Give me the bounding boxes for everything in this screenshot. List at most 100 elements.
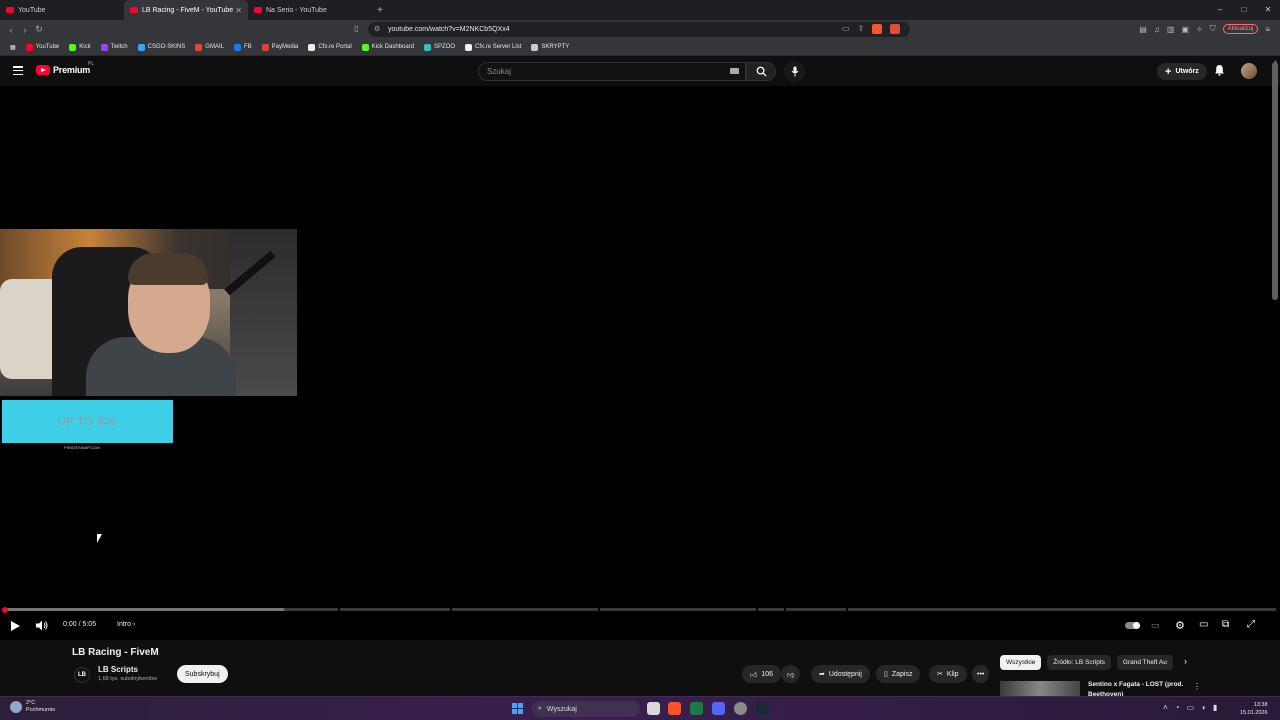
back-icon[interactable]: ‹: [4, 25, 18, 35]
bookmark-item[interactable]: YouTube: [22, 43, 64, 51]
autoplay-toggle[interactable]: [1125, 622, 1140, 629]
bookmark-item[interactable]: PayMedia: [258, 43, 303, 51]
taskbar-clock[interactable]: 13:38 15.01.2026: [1240, 701, 1268, 717]
apps-icon[interactable]: ▦: [6, 44, 20, 51]
create-button[interactable]: + Utwórz: [1157, 63, 1207, 80]
account-avatar[interactable]: [1241, 63, 1257, 79]
chips-next-icon[interactable]: ›: [1184, 656, 1187, 666]
bookmark-item[interactable]: Kick: [65, 43, 94, 51]
channel-avatar[interactable]: LB: [74, 667, 90, 683]
file-explorer-icon[interactable]: [647, 702, 660, 715]
maximize-icon[interactable]: □: [1232, 0, 1256, 20]
bookmark-item[interactable]: Kick Dashboard: [358, 43, 418, 51]
discord-icon[interactable]: [712, 702, 725, 715]
search-button[interactable]: [746, 62, 776, 81]
reload-icon[interactable]: ↻: [32, 24, 46, 35]
chip-all[interactable]: Wszystkie: [1000, 655, 1042, 670]
clip-button[interactable]: ✂ Klip: [929, 665, 967, 683]
network-icon[interactable]: ▭: [1187, 703, 1195, 712]
scrubber-handle[interactable]: [2, 606, 8, 613]
youtube-favicon-icon: [254, 7, 262, 13]
update-button[interactable]: Aktualizuj: [1222, 24, 1259, 34]
sidebar-toggle-icon[interactable]: ▤: [1139, 25, 1147, 34]
keyboard-icon[interactable]: [730, 68, 739, 74]
youtube-premium-logo[interactable]: Premium PL: [36, 61, 94, 75]
dislike-button[interactable]: 👎︎: [781, 665, 801, 683]
play-icon[interactable]: [11, 621, 20, 631]
tray-chevron-icon[interactable]: ˄: [1163, 703, 1168, 712]
new-tab-icon[interactable]: +: [372, 5, 388, 16]
chapter-button[interactable]: Intro ›: [117, 621, 135, 628]
taskbar-search[interactable]: ⌕ Wyszukaj: [532, 701, 640, 717]
music-icon[interactable]: ♫: [1154, 25, 1160, 34]
tray-app-icon[interactable]: ◔: [1175, 703, 1180, 712]
bookmark-item[interactable]: Cfx.re Server List: [461, 43, 525, 51]
bookmark-item[interactable]: CSGO-SKINS: [134, 43, 190, 51]
recommendation-title[interactable]: Sentino x Fagata - LOST (prod.: [1088, 681, 1183, 688]
tab-lb-racing[interactable]: LB Racing - FiveM - YouTube ✕: [124, 0, 248, 20]
channel-name[interactable]: LB Scripts: [98, 665, 138, 674]
more-horizontal-icon: •••: [977, 670, 985, 678]
excel-icon[interactable]: [690, 702, 703, 715]
bookmark-icon[interactable]: ▯: [354, 24, 358, 33]
subtitles-icon[interactable]: ▭: [1151, 620, 1160, 631]
voice-search-button[interactable]: [784, 61, 805, 82]
search-input[interactable]: Szukaj: [478, 62, 746, 81]
hamburger-menu-icon[interactable]: [13, 66, 23, 75]
forward-icon[interactable]: ›: [18, 25, 32, 35]
bookmark-item[interactable]: Cfx.re Portal: [304, 43, 355, 51]
bookmark-label: FB: [243, 44, 252, 50]
bookmark-item[interactable]: Twitch: [97, 43, 132, 51]
bookmark-item[interactable]: GMAIL: [191, 43, 228, 51]
video-player[interactable]: UP TO $30 PIRATESWAP.COM 0:00 / 5:05 Int…: [0, 86, 1280, 640]
battery-icon[interactable]: ▮: [1213, 703, 1217, 712]
windows-start-icon[interactable]: [512, 703, 523, 714]
fullscreen-icon[interactable]: ⤢: [1247, 619, 1255, 630]
chip-from-channel[interactable]: Źródło: LB Scripts: [1047, 655, 1111, 670]
bookmark-label: PayMedia: [271, 44, 299, 50]
tab-youtube[interactable]: YouTube: [0, 0, 124, 20]
tab-na-serio[interactable]: Na Serio - YouTube: [248, 0, 372, 20]
progress-bar[interactable]: [2, 606, 1276, 613]
more-actions-button[interactable]: •••: [972, 665, 990, 683]
cast-to-tv-icon[interactable]: ⧉: [1222, 619, 1229, 630]
vpn-icon[interactable]: ⛉: [1210, 24, 1216, 34]
recommendation-thumbnail[interactable]: [1000, 681, 1080, 696]
close-tab-icon[interactable]: ✕: [235, 6, 242, 15]
volume-icon[interactable]: [36, 620, 48, 631]
close-window-icon[interactable]: ✕: [1256, 0, 1280, 20]
share-button[interactable]: ➦ Udostępnij: [811, 665, 870, 683]
more-vertical-icon[interactable]: ⋮: [1193, 682, 1201, 691]
bookmark-item[interactable]: FB: [230, 43, 256, 51]
channel-initials: LB: [78, 672, 86, 678]
brave-browser-icon[interactable]: [668, 702, 681, 715]
weather-widget[interactable]: 2°C Pochmurnie: [10, 700, 55, 714]
settings-gear-icon[interactable]: ⚙: [1175, 619, 1185, 632]
share-page-icon[interactable]: ⇪: [858, 24, 865, 34]
minimize-icon[interactable]: –: [1208, 0, 1232, 20]
chip-gta[interactable]: Grand Theft Au: [1116, 655, 1173, 670]
speaker-icon[interactable]: ◖: [1201, 703, 1206, 712]
settings-app-icon[interactable]: [734, 702, 747, 715]
steam-icon[interactable]: [756, 702, 769, 715]
like-button[interactable]: 👍︎ 106: [742, 665, 782, 683]
brave-shields-icon[interactable]: [872, 24, 883, 34]
notifications-bell-icon[interactable]: [1214, 64, 1225, 76]
share-icon: ➦: [819, 671, 825, 678]
brave-rewards-icon[interactable]: [890, 24, 901, 34]
address-bar[interactable]: ⚙ youtube.com/watch?v=M2NKCb5QXx4: [368, 22, 910, 37]
bookmark-item[interactable]: SPZOO: [420, 43, 459, 51]
wallet-icon[interactable]: ▣: [1181, 25, 1189, 34]
theater-mode-icon[interactable]: ▭: [1199, 619, 1208, 630]
site-info-icon[interactable]: ⚙: [374, 25, 380, 33]
save-button[interactable]: ▯ Zapisz: [876, 665, 921, 683]
bookmark-item[interactable]: SKRYPTY: [527, 43, 573, 51]
leo-icon[interactable]: ✧: [1196, 25, 1203, 34]
reading-list-icon[interactable]: ▥: [1167, 25, 1175, 34]
page-scrollbar[interactable]: [1272, 62, 1278, 300]
bookmark-label: Kick Dashboard: [371, 44, 415, 50]
cast-icon[interactable]: ▭: [842, 24, 850, 34]
menu-icon[interactable]: ≡: [1265, 25, 1270, 34]
cloud-icon: [10, 701, 22, 713]
subscribe-button[interactable]: Subskrybuj: [177, 665, 228, 683]
